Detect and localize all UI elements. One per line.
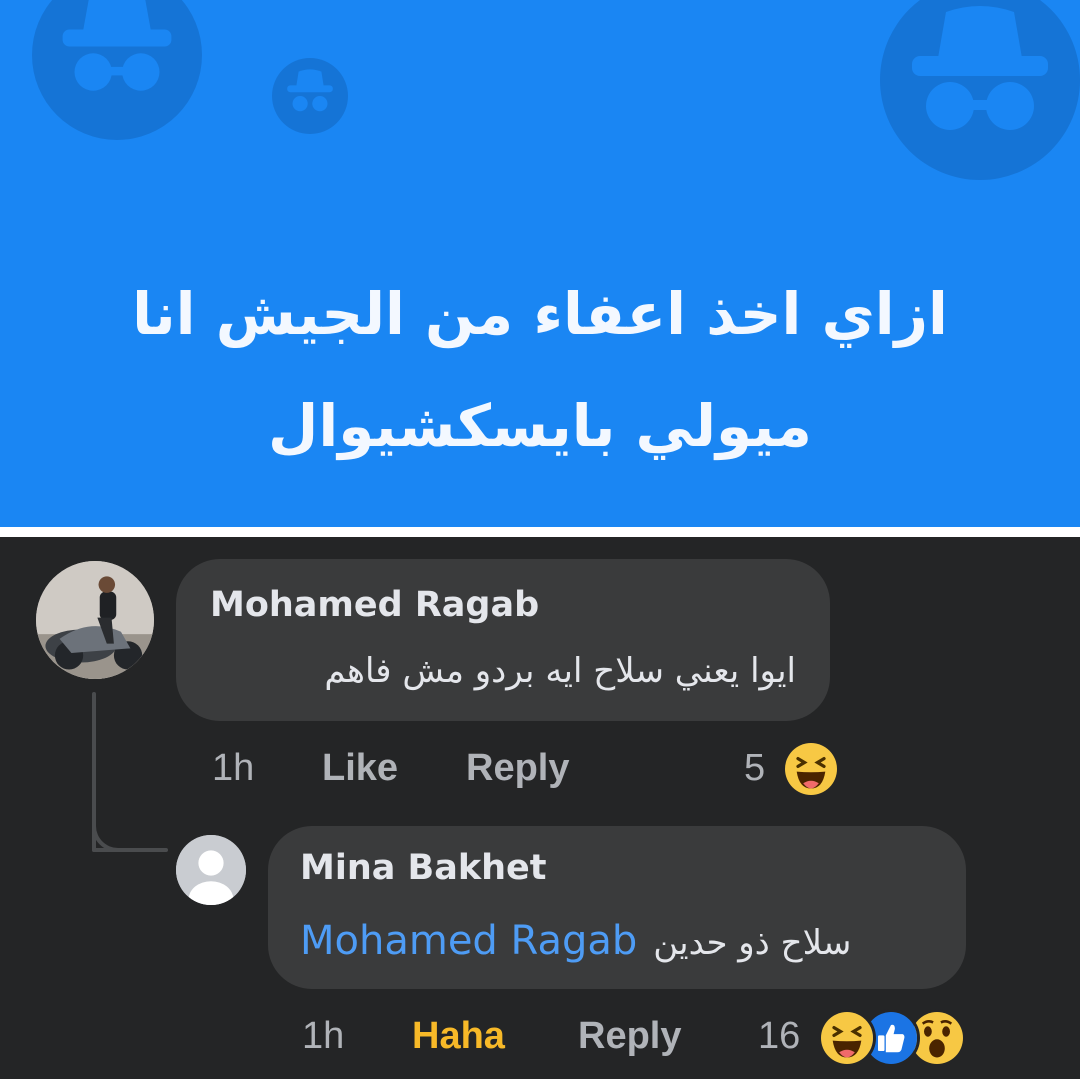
like-button[interactable]: Like [322,747,398,790]
comment-author[interactable]: Mohamed Ragab [210,585,539,625]
reply-text: سلاح ذو حدين [653,923,852,963]
anonymous-icon [32,0,202,140]
reaction-count[interactable]: 5 [744,747,765,790]
comment-text: ايوا يعني سلاح ايه بردو مش فاهم [324,651,796,691]
reply-button[interactable]: Reply [578,1015,681,1058]
post-image-banner: ازاي اخذ اعفاء من الجيش انا ميولي بايسكش… [0,0,1080,527]
reply-button[interactable]: Reply [466,747,569,790]
post-text-line: ازاي اخذ اعفاء من الجيش انا [132,280,948,348]
haha-emoji-icon [818,1009,876,1067]
comment-thread: Mohamed Ragab ايوا يعني سلاح ايه بردو مش… [0,537,1080,1079]
comment-timestamp[interactable]: 1h [212,747,254,790]
comment-author[interactable]: Mina Bakhet [300,848,547,888]
anonymous-icon [880,0,1080,180]
haha-reaction-button[interactable]: Haha [412,1015,505,1058]
user-mention-link[interactable]: Mohamed Ragab [300,918,637,964]
comment-bubble: Mina Bakhet Mohamed Ragab سلاح ذو حدين [268,826,966,989]
anonymous-icon [272,58,348,134]
reaction-count[interactable]: 16 [758,1015,800,1058]
comment-text: Mohamed Ragab سلاح ذو حدين [300,918,851,964]
avatar[interactable] [176,835,246,905]
divider [0,527,1080,537]
comment-bubble: Mohamed Ragab ايوا يعني سلاح ايه بردو مش… [176,559,830,721]
haha-emoji-icon [782,740,840,798]
post-text-line: ميولي بايسكشيوال [268,392,812,460]
avatar[interactable] [36,561,154,679]
reply-thread-line [92,848,168,852]
comment-timestamp[interactable]: 1h [302,1015,344,1058]
post-text: ازاي اخذ اعفاء من الجيش انا ميولي بايسكش… [60,258,1020,482]
